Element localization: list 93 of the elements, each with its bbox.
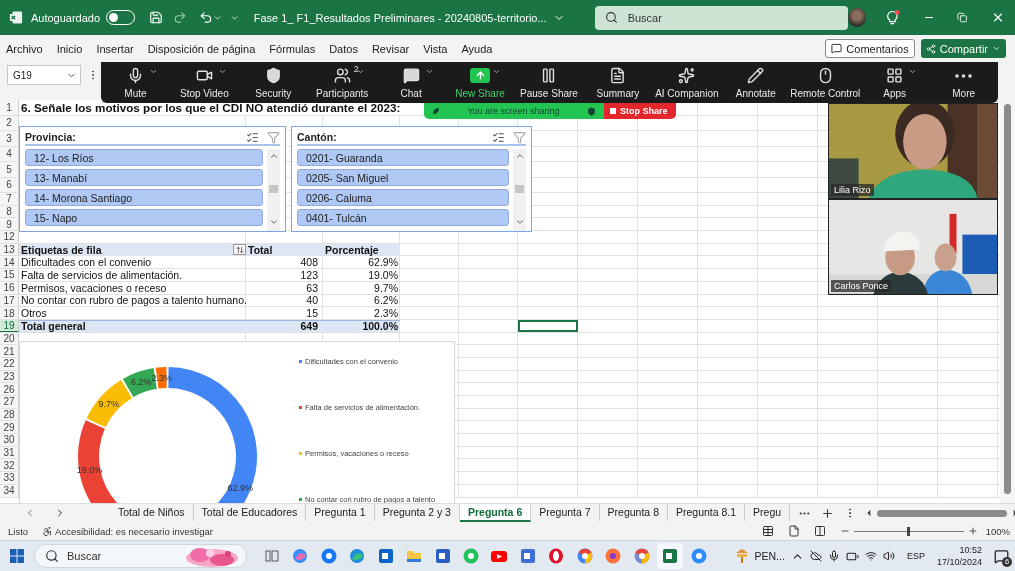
sheet-tab[interactable]: Pregunta 6 <box>459 504 532 522</box>
row-number[interactable]: 3 <box>0 131 19 146</box>
pause-share-button[interactable]: Pause Share <box>514 62 584 103</box>
clock-time[interactable]: 10:52 <box>959 545 982 555</box>
row-number[interactable]: 7 <box>0 193 19 205</box>
row-number[interactable]: 32 <box>0 459 19 472</box>
stop-share-button[interactable]: Stop Share <box>604 103 676 119</box>
table-cell-text: No contar con rubro de pagos a talento humano. <box>20 294 246 307</box>
share-button[interactable]: Compartir <box>920 39 1006 58</box>
menu-item[interactable]: Inicio <box>49 42 90 55</box>
menu-item[interactable]: Datos <box>322 42 365 55</box>
taskbar-search-field[interactable]: Buscar <box>33 544 247 568</box>
row-number[interactable]: 12 <box>0 231 19 243</box>
zoom-level[interactable]: 100% <box>985 525 1010 537</box>
table-cell-text: 15 <box>305 307 319 319</box>
sharing-banner: You are screen sharing <box>424 103 604 119</box>
row-number[interactable]: 9 <box>0 218 19 231</box>
participant-name: Carlos Ponce <box>831 280 892 292</box>
row-number[interactable]: 18 <box>0 307 19 319</box>
more-button[interactable]: More <box>929 62 999 103</box>
slicer-item[interactable]: 14- Morona Santiago <box>25 189 263 206</box>
chat-button[interactable]: Chat <box>376 62 446 103</box>
sheet-tab[interactable]: Pregunta 8 <box>599 504 668 522</box>
table-cell-text: 6.2% <box>373 294 399 307</box>
participants-button[interactable]: 2 Participants <box>307 62 377 103</box>
row-number[interactable]: 33 <box>0 472 19 484</box>
summary-button[interactable]: Summary <box>583 62 653 103</box>
security-button[interactable]: Security <box>238 62 308 103</box>
status-text: Listo <box>8 525 29 537</box>
menu-item[interactable]: Vista <box>416 42 455 55</box>
table-cell-text: 123 <box>299 269 319 281</box>
sheet-tab[interactable]: Total de Niños <box>110 504 194 522</box>
table-cell-text: 19.0% <box>367 269 399 281</box>
slicer-item[interactable]: 13- Manabí <box>25 169 263 186</box>
data-label: 9.7% <box>98 398 120 409</box>
mute-button[interactable]: Mute <box>101 62 170 103</box>
comments-button[interactable]: Comentarios <box>825 39 915 58</box>
row-number[interactable]: 15 <box>0 269 19 281</box>
menu-item[interactable]: Disposición de página <box>140 42 263 55</box>
autosave-label: Autoguardado <box>30 11 101 24</box>
slicer-item[interactable]: 0206- Caluma <box>297 189 509 206</box>
remote-control-button[interactable]: Remote Control <box>790 62 861 103</box>
table-cell-text: 2.3% <box>373 307 399 319</box>
name-box[interactable]: G19 <box>7 65 81 85</box>
sheet-tab[interactable]: Pregunta 2 y 3 <box>374 504 460 522</box>
table-cell-text: 63 <box>305 281 319 294</box>
ai-companion-button[interactable]: AI Companion <box>652 62 722 103</box>
participant-name: Lilia Rizo <box>831 184 874 196</box>
table-cell-text: Dificultades con el convenio <box>20 256 153 269</box>
table-cell-text: Otros <box>20 307 48 319</box>
table-cell-text: 408 <box>299 256 319 269</box>
row-number[interactable]: 30 <box>0 434 19 446</box>
clock-date[interactable]: 17/10/2024 <box>936 557 982 567</box>
taskbar-window-button[interactable]: PEN... <box>727 547 791 565</box>
sheet-tab[interactable]: Pregunta 7 <box>531 504 600 522</box>
file-name-button[interactable]: Fase 1_ F1_Resultados Preliminares - 20240805-territorio... <box>253 11 565 24</box>
search-field[interactable]: Buscar <box>594 5 849 30</box>
table-header: Etiquetas de fila <box>21 243 102 256</box>
apps-button[interactable]: Apps <box>860 62 930 103</box>
stop-video-button[interactable]: Stop Video <box>169 62 239 103</box>
slicer-item[interactable]: 15- Napo <box>25 209 263 226</box>
data-label: 6.2% <box>130 377 152 387</box>
slicer-title: Provincia: <box>25 131 76 143</box>
menu-item[interactable]: Archivo <box>6 42 50 55</box>
row-number[interactable]: 21 <box>0 345 19 357</box>
row-number[interactable]: 27 <box>0 396 19 408</box>
slicer-item[interactable]: 0401- Tulcán <box>297 209 509 226</box>
table-cell-text: Falta de servicios de alimentación. <box>20 269 184 281</box>
slicer-item[interactable]: 0201- Guaranda <box>297 149 509 166</box>
row-number[interactable]: 1 <box>0 100 19 115</box>
row-number[interactable]: 5 <box>0 162 19 177</box>
slicer-item[interactable]: 12- Los Ríos <box>25 149 263 166</box>
slicer-item[interactable]: 0205- San Miguel <box>297 169 509 186</box>
row-number[interactable]: 26 <box>0 383 19 395</box>
sheet-tab[interactable]: Total de Educadores <box>193 504 307 522</box>
slicer-title: Cantón: <box>297 131 337 143</box>
sheet-tab[interactable]: Pregunta 1 <box>306 504 375 522</box>
language-indicator[interactable]: ESP <box>906 551 925 561</box>
menu-item[interactable]: Insertar <box>89 42 141 55</box>
menu-item[interactable]: Revisar <box>364 42 417 55</box>
sheet-tab[interactable]: Pregunta 8.1 <box>667 504 746 522</box>
annotate-button[interactable]: Annotate <box>721 62 791 103</box>
table-cell-text: 9.7% <box>373 281 399 294</box>
table-cell-text: 40 <box>305 294 319 307</box>
table-cell-text: Permisos, vacaciones o receso <box>20 281 168 294</box>
menu-item[interactable]: Fórmulas <box>262 42 323 55</box>
accessibility-status[interactable]: Accesibilidad: es necesario investigar <box>55 525 213 537</box>
row-number[interactable]: 14 <box>0 256 19 269</box>
sheet-tab[interactable]: Pregu <box>745 504 791 522</box>
menu-item[interactable]: Ayuda <box>454 42 500 55</box>
row-number[interactable]: 29 <box>0 421 19 434</box>
new-share-button[interactable]: New Share <box>445 62 515 103</box>
table-cell-text: 62.9% <box>367 256 399 269</box>
